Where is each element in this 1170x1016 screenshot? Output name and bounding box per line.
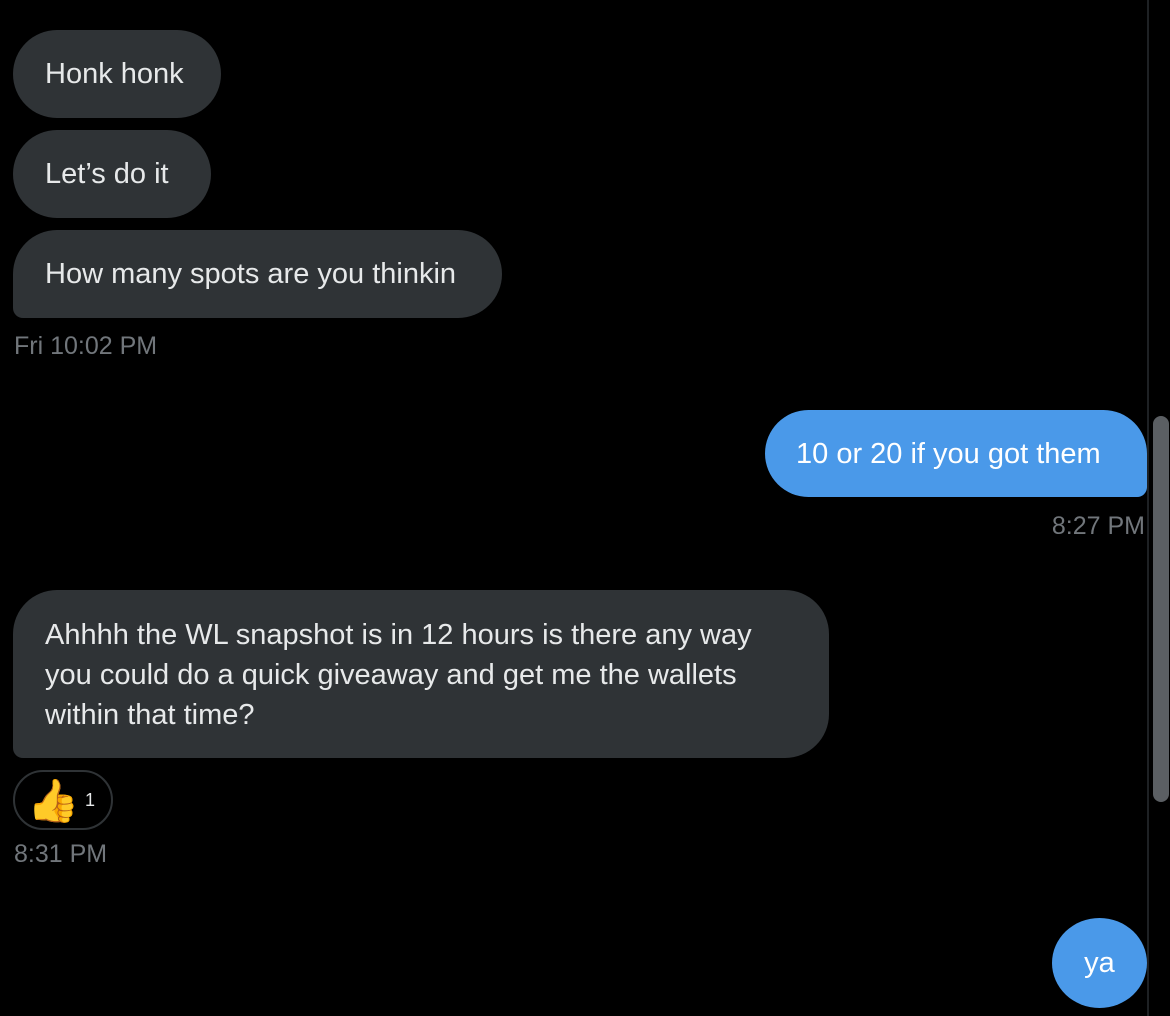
message-text-line: Ahhhh the WL snapshot is in 12 hours is … <box>45 619 752 651</box>
message-text-line: within that time? <box>45 699 255 731</box>
thumbs-up-icon: 👍 <box>27 777 80 824</box>
column-divider <box>1147 0 1149 1016</box>
message-text: ya <box>1084 947 1115 979</box>
outgoing-message-bubble[interactable]: ya <box>1052 918 1147 1008</box>
message-text-line: you could do a quick giveaway and get me… <box>45 659 737 691</box>
outgoing-message-bubble[interactable]: 10 or 20 if you got them <box>765 410 1147 497</box>
message-timestamp: 8:31 PM <box>14 840 108 868</box>
incoming-message-bubble[interactable]: Honk honk <box>13 30 221 118</box>
reaction-pill[interactable]: 👍 1 <box>13 770 113 830</box>
scrollbar-thumb[interactable] <box>1153 416 1169 802</box>
incoming-message-bubble[interactable]: How many spots are you thinkin <box>13 230 502 318</box>
message-text: 10 or 20 if you got them <box>796 438 1101 470</box>
dm-conversation: Honk honk Let’s do it How many spots are… <box>0 0 1170 1016</box>
incoming-message-bubble[interactable]: Ahhhh the WL snapshot is in 12 hours is … <box>13 590 829 758</box>
reaction-count: 1 <box>85 790 96 810</box>
message-text: How many spots are you thinkin <box>45 258 457 290</box>
message-text: Honk honk <box>45 58 184 90</box>
message-text: Let’s do it <box>45 158 169 190</box>
message-timestamp: 8:27 PM <box>1051 512 1145 540</box>
message-timestamp: Fri 10:02 PM <box>14 332 158 360</box>
incoming-message-bubble[interactable]: Let’s do it <box>13 130 211 218</box>
